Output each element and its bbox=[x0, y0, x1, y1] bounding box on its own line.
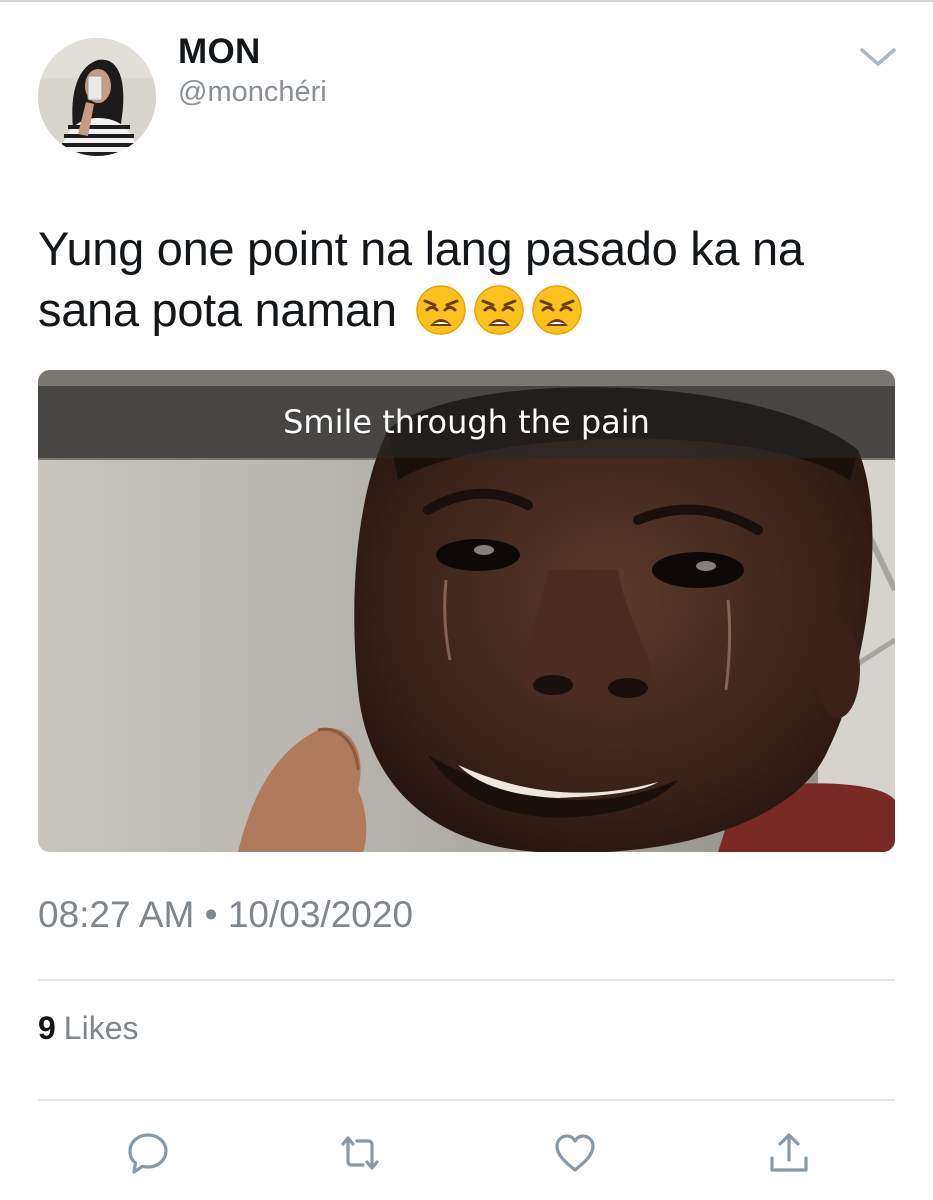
chevron-down-icon[interactable] bbox=[858, 38, 898, 78]
top-divider bbox=[0, 0, 933, 2]
likes-label: Likes bbox=[63, 1010, 139, 1046]
share-icon[interactable] bbox=[766, 1130, 812, 1176]
retweet-icon[interactable] bbox=[337, 1130, 383, 1176]
handle[interactable]: @monchéri bbox=[178, 76, 327, 109]
avatar-photo bbox=[38, 38, 156, 156]
likes-summary[interactable]: 9 Likes bbox=[38, 1010, 139, 1047]
weary-face-icon bbox=[531, 284, 583, 336]
tweet-media[interactable]: Smile through the pain bbox=[38, 370, 895, 852]
tweet-text-line-2-text: sana pota naman bbox=[38, 283, 397, 336]
display-name[interactable]: MON bbox=[178, 32, 261, 72]
weary-face-icon bbox=[473, 284, 525, 336]
tweet-text: Yung one point na lang pasado ka na sana… bbox=[38, 218, 908, 340]
heart-icon[interactable] bbox=[552, 1130, 598, 1176]
timestamp: 08:27 AM • 10/03/2020 bbox=[38, 894, 414, 935]
tweet-text-line-1: Yung one point na lang pasado ka na bbox=[38, 222, 804, 275]
tweet-text-line-2: sana pota naman bbox=[38, 279, 908, 340]
divider bbox=[38, 979, 895, 981]
likes-count: 9 bbox=[38, 1010, 56, 1046]
divider bbox=[38, 1099, 895, 1101]
reply-icon[interactable] bbox=[125, 1130, 171, 1176]
media-caption: Smile through the pain bbox=[283, 403, 650, 441]
avatar[interactable] bbox=[38, 38, 156, 156]
weary-face-icon bbox=[415, 284, 467, 336]
